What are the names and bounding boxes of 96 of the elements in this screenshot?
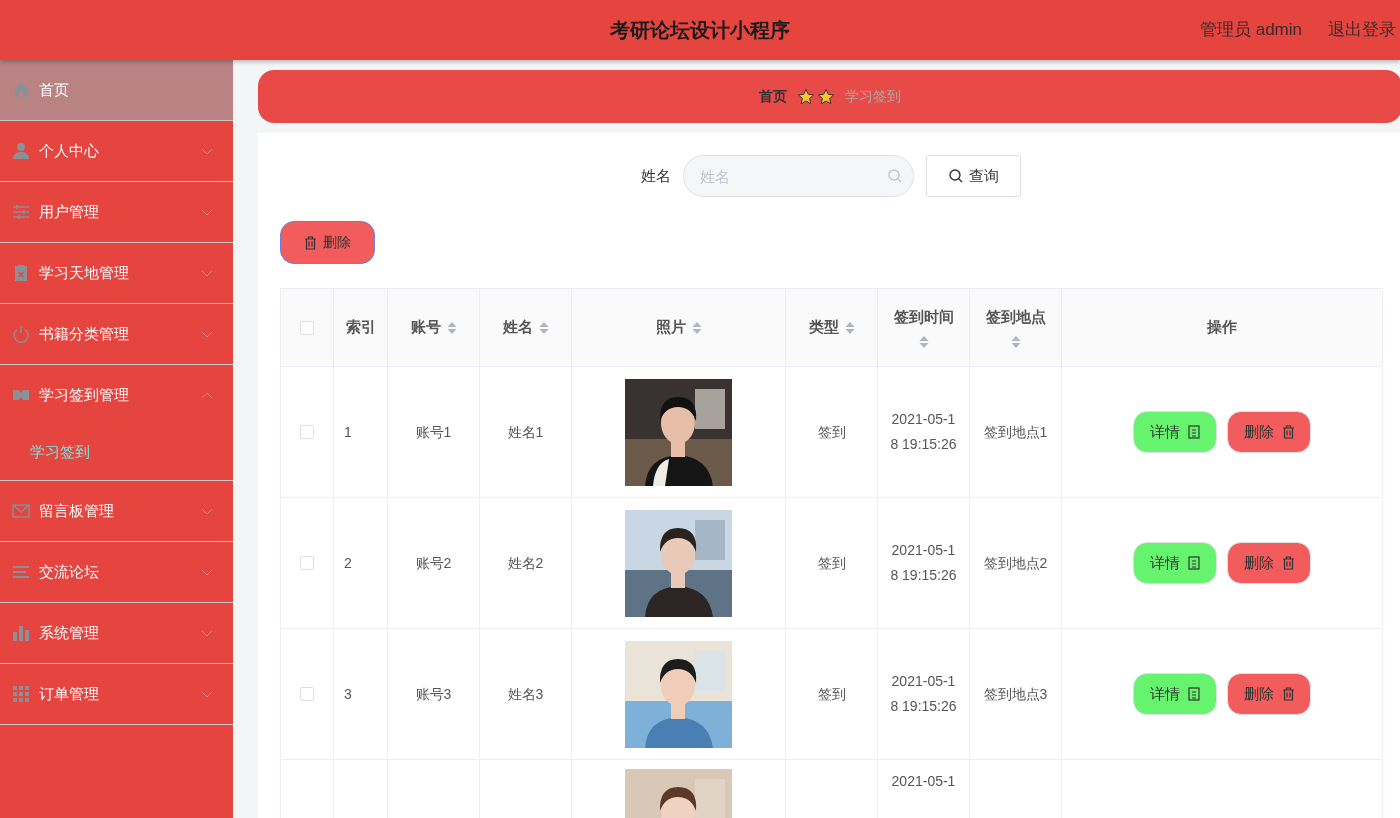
submenu-item[interactable]: 学习签到 (0, 425, 233, 480)
column-title: 签到时间 (893, 307, 954, 328)
chevron-down-icon (201, 208, 213, 216)
table-cell-text: 签到地点3 (983, 684, 1048, 704)
sidebar-item[interactable]: 用户管理 (0, 182, 233, 242)
chevron-down-icon (201, 568, 213, 576)
column-header[interactable]: 照片 (572, 289, 786, 366)
chevron-down-icon (201, 147, 213, 155)
delete-button[interactable]: 删除 (1227, 411, 1311, 453)
sort-icon[interactable] (918, 334, 929, 349)
sidebar-item[interactable]: 首页 (0, 60, 233, 120)
chevron-down-icon (201, 269, 213, 277)
table-cell-text: 2 (344, 553, 352, 573)
sort-icon[interactable] (446, 320, 457, 335)
chevron-down-icon (201, 690, 213, 698)
sidebar-item[interactable]: 学习签到管理 (0, 365, 233, 425)
column-title: 操作 (1207, 317, 1237, 338)
sort-icon[interactable] (1010, 334, 1021, 349)
chevron-down-icon (201, 629, 213, 637)
trash-icon (1281, 556, 1295, 570)
delete-button[interactable]: 删除 (1227, 542, 1311, 584)
column-title: 索引 (345, 317, 376, 338)
sidebar-item[interactable]: 书籍分类管理 (0, 304, 233, 364)
checkbox[interactable] (300, 556, 314, 570)
table-cell-text: 2021-05-18 19:15:26 (889, 672, 958, 716)
search-icon (948, 169, 963, 183)
clipboard-icon (12, 264, 30, 282)
sort-icon[interactable] (538, 320, 549, 335)
column-header[interactable]: 姓名 (480, 289, 572, 366)
trash-icon (304, 235, 317, 250)
column-title: 类型 (808, 317, 839, 338)
table-cell-text: 3 (344, 684, 352, 704)
document-icon (1188, 556, 1200, 570)
column-title: 照片 (655, 317, 686, 338)
breadcrumb-link[interactable]: 首页 (759, 86, 787, 107)
logout-link[interactable]: 退出登录 (1328, 17, 1396, 43)
table-cell-text: 签到 (817, 422, 846, 442)
table-cell-text: 签到地点2 (983, 553, 1048, 573)
delete-button[interactable]: 删除 (280, 221, 375, 264)
query-button[interactable]: 查询 (926, 155, 1021, 197)
sliders-icon (12, 203, 30, 221)
table-cell-text: 签到地点1 (983, 422, 1048, 442)
checkbox[interactable] (300, 425, 314, 439)
chevron-down-icon (201, 330, 213, 338)
sidebar-item[interactable]: 学习天地管理 (0, 243, 233, 303)
sidebar-item[interactable]: 交流论坛 (0, 542, 233, 602)
table-cell-text: 账号3 (415, 684, 452, 704)
document-icon (1188, 425, 1200, 439)
list-icon (12, 563, 30, 581)
table-cell-text: 2021-05-18 19:15:26 (889, 410, 958, 454)
delete-button[interactable]: 删除 (1227, 673, 1311, 715)
trash-icon (1281, 687, 1295, 701)
column-header[interactable]: 签到地点 (970, 289, 1062, 366)
detail-button[interactable]: 详情 (1133, 673, 1217, 715)
sidebar-item[interactable]: 留言板管理 (0, 481, 233, 541)
power-icon (12, 325, 30, 343)
sort-icon[interactable] (691, 320, 702, 335)
detail-button[interactable]: 详情 (1133, 542, 1217, 584)
column-header[interactable]: 账号 (388, 289, 480, 366)
search-icon (888, 169, 902, 183)
grid-icon (12, 685, 30, 703)
star-icon (797, 87, 815, 106)
column-title: 账号 (410, 317, 441, 338)
star-icon (817, 87, 835, 106)
table-cell-text: 账号1 (415, 422, 452, 442)
sidebar-item[interactable]: 订单管理 (0, 664, 233, 724)
bar-chart-icon (12, 624, 30, 642)
column-header[interactable]: 类型 (786, 289, 878, 366)
column-header[interactable]: 签到时间 (878, 289, 970, 366)
table-cell-text: 姓名1 (507, 422, 544, 442)
table-cell-text: 2021-05-18 19:15:26 (889, 541, 958, 585)
mail-icon (12, 502, 30, 520)
chevron-down-icon (201, 507, 213, 515)
checkbox[interactable] (300, 320, 314, 335)
trash-icon (1281, 425, 1295, 439)
home-icon (12, 81, 30, 99)
table-cell-text: 姓名3 (507, 684, 544, 704)
sidebar-item[interactable]: 个人中心 (0, 121, 233, 181)
user-icon (12, 142, 30, 160)
app-title: 考研论坛设计小程序 (610, 18, 790, 43)
admin-user: 管理员 admin (1199, 19, 1302, 42)
table-cell-text: 签到 (817, 553, 846, 573)
detail-button[interactable]: 详情 (1133, 411, 1217, 453)
column-title: 签到地点 (985, 307, 1046, 328)
table-cell-text: 账号2 (415, 553, 452, 573)
sort-icon[interactable] (844, 320, 855, 335)
table-cell-text: 签到 (817, 684, 846, 704)
search-label: 姓名 (641, 165, 671, 186)
column-title: 姓名 (502, 317, 533, 338)
table-cell-text: 1 (344, 422, 352, 442)
table-cell-text: 姓名2 (507, 553, 544, 573)
chevron-up-icon (201, 391, 213, 399)
checkbox[interactable] (300, 687, 314, 701)
document-icon (1188, 687, 1200, 701)
table-cell-text: 2021-05-1 (891, 772, 956, 791)
sidebar-item[interactable]: 系统管理 (0, 603, 233, 663)
